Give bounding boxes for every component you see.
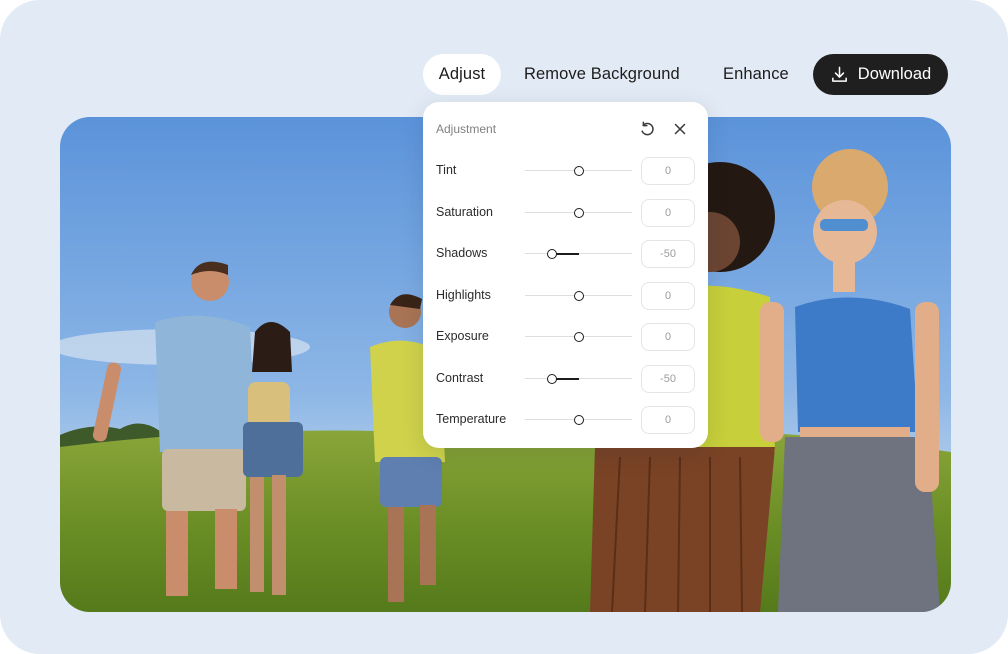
slider-thumb[interactable] <box>573 291 584 301</box>
temperature-slider[interactable] <box>525 411 632 429</box>
tint-slider[interactable] <box>525 162 632 180</box>
saturation-value-input[interactable] <box>641 199 695 227</box>
contrast-label: Contrast <box>436 371 484 385</box>
slider-thumb[interactable] <box>573 166 584 176</box>
tab-remove-background[interactable]: Remove Background <box>524 54 680 95</box>
row-temperature: Temperature <box>423 405 708 435</box>
row-saturation: Saturation <box>423 198 708 228</box>
download-icon <box>831 66 847 82</box>
row-shadows: Shadows <box>423 239 708 269</box>
highlights-label: Highlights <box>436 288 491 302</box>
reset-button[interactable] <box>638 120 656 138</box>
contrast-slider[interactable] <box>525 370 632 388</box>
row-highlights: Highlights <box>423 281 708 311</box>
exposure-value-input[interactable] <box>641 323 695 351</box>
download-label: Download <box>857 65 932 83</box>
tint-label: Tint <box>436 163 457 177</box>
highlights-slider[interactable] <box>525 287 632 305</box>
slider-thumb[interactable] <box>573 415 584 425</box>
tint-value-input[interactable] <box>641 157 695 185</box>
row-tint: Tint <box>423 156 708 186</box>
saturation-label: Saturation <box>436 205 493 219</box>
app-card: Adjust Remove Background Enhance Downloa… <box>0 0 1008 654</box>
row-contrast: Contrast <box>423 364 708 394</box>
highlights-value-input[interactable] <box>641 282 695 310</box>
slider-thumb[interactable] <box>546 249 557 259</box>
slider-track <box>525 378 632 379</box>
shadows-label: Shadows <box>436 246 488 260</box>
slider-thumb[interactable] <box>546 374 557 384</box>
contrast-value-input[interactable] <box>641 365 695 393</box>
saturation-slider[interactable] <box>525 204 632 222</box>
slider-thumb[interactable] <box>573 208 584 218</box>
close-button[interactable] <box>671 120 689 138</box>
download-button[interactable]: Download <box>813 54 948 95</box>
close-icon <box>674 123 686 135</box>
row-exposure: Exposure <box>423 322 708 352</box>
exposure-label: Exposure <box>436 329 489 343</box>
temperature-label: Temperature <box>436 412 507 426</box>
shadows-value-input[interactable] <box>641 240 695 268</box>
shadows-slider[interactable] <box>525 245 632 263</box>
slider-thumb[interactable] <box>573 332 584 342</box>
slider-track <box>525 253 632 254</box>
reset-icon <box>641 121 654 136</box>
exposure-slider[interactable] <box>525 328 632 346</box>
panel-title: Adjustment <box>436 122 497 136</box>
tab-enhance[interactable]: Enhance <box>723 54 789 95</box>
temperature-value-input[interactable] <box>641 406 695 434</box>
tab-adjust[interactable]: Adjust <box>423 54 501 95</box>
top-toolbar: Adjust Remove Background Enhance Downloa… <box>0 54 1008 95</box>
adjustment-panel: Adjustment Tint 0 Saturation 0 Shadows -… <box>423 102 708 448</box>
